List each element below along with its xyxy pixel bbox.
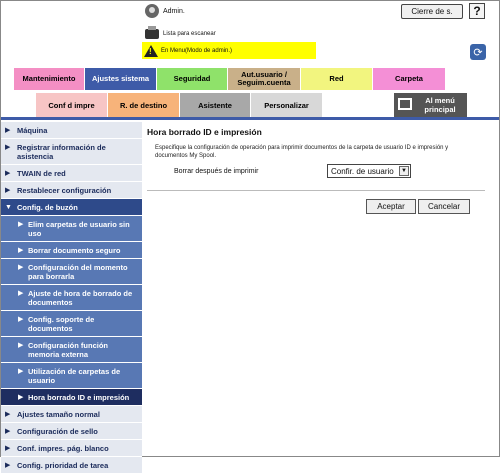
select-value: Confir. de usuario (331, 166, 394, 176)
chevron-right-icon: ▶ (5, 127, 11, 134)
admin-mode-banner: En Menu(Modo de admin.) (142, 42, 316, 59)
chevron-right-icon: ▶ (18, 342, 24, 349)
job-list-label: Lista para escanear (163, 31, 216, 37)
divider (147, 190, 485, 191)
sidebar-item-label: Conf. impres. pág. blanco (17, 444, 109, 453)
chevron-right-icon: ▶ (18, 290, 24, 297)
sidebar-subitem[interactable]: ▶ Configuración función memoria externa (1, 337, 142, 363)
chevron-right-icon: ▶ (18, 221, 24, 228)
sidebar-item-maquina[interactable]: ▶ Máquina (1, 122, 142, 139)
chevron-right-icon: ▶ (18, 264, 24, 271)
chevron-right-icon: ▶ (18, 316, 24, 323)
chevron-right-icon: ▶ (5, 411, 11, 418)
sidebar-item-label: Restablecer configuración (17, 186, 112, 195)
sidebar-item-label: Configuración de sello (17, 427, 98, 436)
warning-icon (144, 44, 158, 57)
printer-icon (145, 26, 159, 39)
chevron-right-icon: ▶ (5, 445, 11, 452)
job-list-link[interactable]: Lista para escanear (145, 26, 216, 39)
chevron-right-icon: ▶ (18, 394, 24, 401)
sidebar-subitem-label: Config. soporte de documentos (28, 315, 95, 333)
sidebar-subitem-label: Configuración del momento para borrarla (28, 263, 128, 281)
chevron-right-icon: ▶ (18, 247, 24, 254)
tab-0[interactable]: Mantenimiento (14, 68, 84, 90)
sidebar-item-tamano[interactable]: ▶ Ajustes tamaño normal (1, 406, 142, 423)
tab-5[interactable]: Carpeta (373, 68, 445, 90)
sidebar-subitem[interactable]: ▶ Ajuste de hora de borrado de documentos (1, 285, 142, 311)
user-info: Admin. (145, 4, 185, 18)
chevron-right-icon: ▶ (18, 368, 24, 375)
sidebar-subitem-label: Ajuste de hora de borrado de documentos (28, 289, 133, 307)
subtab-0[interactable]: Conf d impre (36, 93, 107, 117)
sidebar-subitem-label: Utilización de carpetas de usuario (28, 367, 121, 385)
admin-mode-text: En Menu(Modo de admin.) (161, 47, 233, 54)
subtab-1[interactable]: R. de destino (108, 93, 179, 117)
sidebar-item-twain[interactable]: ▶ TWAIN de red (1, 165, 142, 182)
tab-4[interactable]: Red (301, 68, 372, 90)
sidebar-subitem[interactable]: ▶ Borrar documento seguro (1, 242, 142, 259)
tab-1[interactable]: Ajustes sistema (85, 68, 156, 90)
main-menu-label: Al menú principal (424, 96, 456, 114)
main-menu-button[interactable]: Al menú principal (394, 93, 467, 117)
chevron-right-icon: ▶ (5, 144, 11, 151)
sidebar-subitem-active[interactable]: ▶ Hora borrado ID e impresión (1, 389, 142, 406)
subtab-bar (1, 117, 499, 120)
sidebar-item-label: Config. de buzón (17, 203, 78, 212)
refresh-icon[interactable]: ⟳ (470, 44, 486, 60)
delete-after-print-label: Borrar después de imprimir (174, 168, 259, 175)
sidebar-subitem[interactable]: ▶ Config. soporte de documentos (1, 311, 142, 337)
sidebar-item-label: Máquina (17, 126, 48, 135)
user-label: Admin. (163, 7, 185, 15)
chevron-right-icon: ▶ (5, 462, 11, 469)
home-menu-icon (398, 98, 412, 110)
sidebar-item-label: Ajustes tamaño normal (17, 410, 100, 419)
sidebar-item-label: Config. prioridad de tarea (17, 461, 109, 470)
sidebar-subitem-label: Hora borrado ID e impresión (28, 393, 130, 402)
sidebar-item-label: Registrar información de asistencia (17, 143, 106, 161)
sidebar-subitem[interactable]: ▶ Elim carpetas de usuario sin uso (1, 216, 142, 242)
sidebar-item-registrar[interactable]: ▶ Registrar información de asistencia (1, 139, 142, 165)
chevron-down-icon: ▼ (5, 204, 12, 211)
user-icon (145, 4, 159, 18)
sidebar-item-sello[interactable]: ▶ Configuración de sello (1, 423, 142, 440)
chevron-down-icon: ▼ (399, 166, 409, 176)
chevron-right-icon: ▶ (5, 428, 11, 435)
ok-button[interactable]: Aceptar (366, 199, 416, 214)
sidebar: ▶ Máquina ▶ Registrar información de asist… (1, 122, 142, 474)
tab-3[interactable]: Aut.usuario / Seguim.cuenta (228, 68, 300, 90)
tab-2[interactable]: Seguridad (157, 68, 227, 90)
sidebar-item-prioridad[interactable]: ▶ Config. prioridad de tarea (1, 457, 142, 474)
page-description: Especifique la configuración de operació… (155, 145, 449, 159)
sidebar-subitem[interactable]: ▶ Utilización de carpetas de usuario (1, 363, 142, 389)
cancel-button[interactable]: Cancelar (418, 199, 470, 214)
help-button[interactable]: ? (469, 3, 485, 19)
page-title: Hora borrado ID e impresión (147, 127, 262, 137)
chevron-right-icon: ▶ (5, 170, 11, 177)
chevron-right-icon: ▶ (5, 187, 11, 194)
subtab-3[interactable]: Personalizar (251, 93, 322, 117)
sidebar-subitem-label: Elim carpetas de usuario sin uso (28, 220, 130, 238)
sidebar-item-label: TWAIN de red (17, 169, 66, 178)
sidebar-subitem-label: Borrar documento seguro (28, 246, 121, 255)
sidebar-subitem[interactable]: ▶ Configuración del momento para borrarla (1, 259, 142, 285)
sidebar-item-blanco[interactable]: ▶ Conf. impres. pág. blanco (1, 440, 142, 457)
sidebar-item-buzon[interactable]: ▼ Config. de buzón (1, 199, 142, 216)
logout-button[interactable]: Cierre de s. (401, 4, 463, 19)
delete-after-print-select[interactable]: Confir. de usuario ▼ (327, 164, 411, 178)
sidebar-item-restablecer[interactable]: ▶ Restablecer configuración (1, 182, 142, 199)
sidebar-subitem-label: Configuración función memoria externa (28, 341, 108, 359)
subtab-2[interactable]: Asistente (180, 93, 250, 117)
